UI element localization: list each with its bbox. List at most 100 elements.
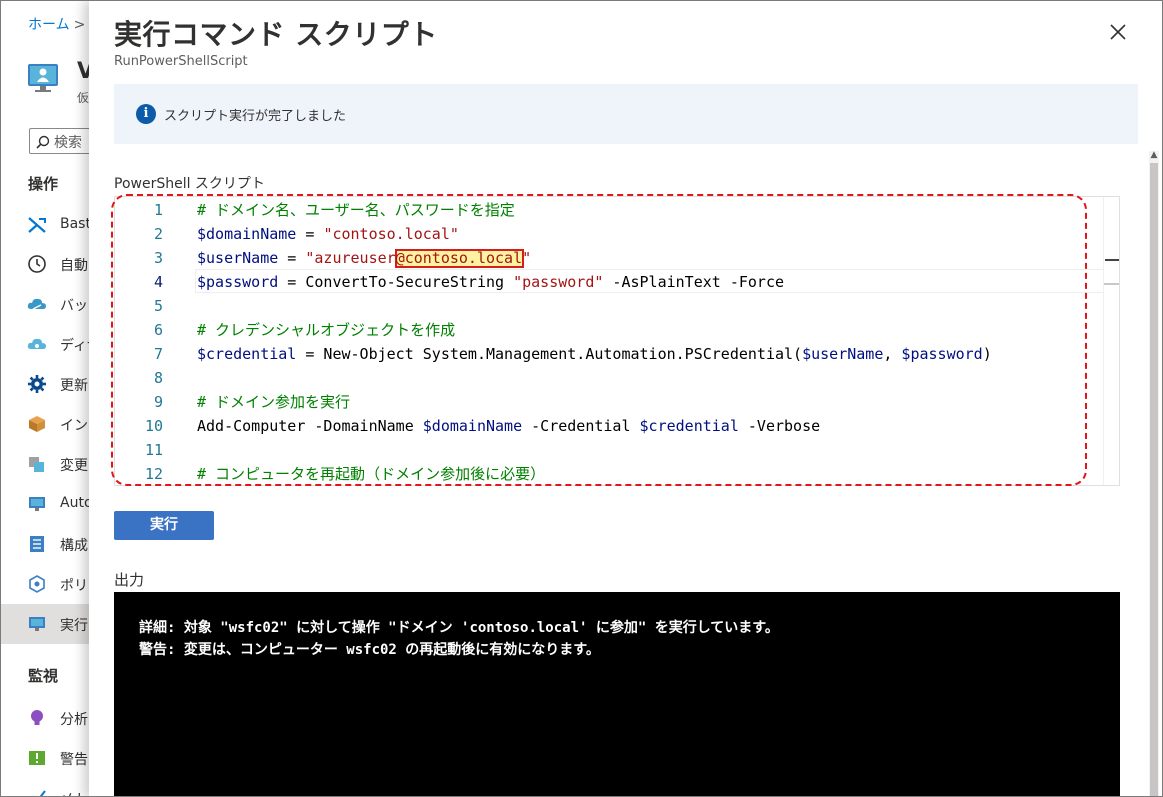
code-token: $domainName — [422, 417, 523, 435]
breadcrumb[interactable]: ホーム > — [28, 14, 85, 34]
line-number: 11 — [144, 441, 163, 459]
code-line[interactable]: $password = ConvertTo-SecureString "pass… — [197, 270, 784, 294]
code-token: $credential — [639, 417, 739, 435]
page-title: 実行コマンド スクリプト — [114, 18, 438, 51]
line-number: 7 — [153, 345, 163, 363]
blade-item-label: Bast — [60, 216, 91, 232]
breadcrumb-home[interactable]: ホーム — [28, 17, 70, 33]
blade-item-label: 更新 — [60, 378, 88, 394]
virtual-machine-icon — [28, 64, 58, 92]
code-token: "azureuser — [305, 249, 396, 267]
line-number: 4 — [153, 273, 163, 291]
code-token: -AsPlainText -Force — [603, 273, 785, 291]
line-number: 9 — [153, 393, 163, 411]
code-token: "password" — [513, 273, 604, 291]
line-number: 6 — [153, 321, 163, 339]
code-token: Add-Computer -DomainName — [197, 417, 423, 435]
blade-item-label: メト — [60, 789, 88, 796]
code-token: $domainName — [197, 225, 297, 243]
code-token: $credential — [197, 345, 297, 363]
bastion-icon — [28, 217, 46, 233]
section-operations: 操作 — [28, 175, 59, 193]
close-icon[interactable] — [1107, 21, 1129, 43]
code-token: # ドメイン参加を実行 — [197, 393, 351, 411]
vm-subtitle: 仮 — [77, 91, 90, 105]
editor-label: PowerShell スクリプト — [114, 176, 265, 192]
info-banner: i スクリプト実行が完了しました — [114, 84, 1138, 144]
code-token: " — [522, 249, 532, 267]
line-number: 12 — [144, 465, 163, 483]
code-line[interactable]: # ドメイン参加を実行 — [197, 390, 350, 414]
editor-scroll-cursor — [1104, 283, 1119, 285]
inventory-box-icon — [29, 416, 45, 432]
insights-bulb-icon — [31, 710, 43, 725]
run-command-icon — [29, 617, 45, 631]
code-line[interactable]: # ドメイン名、ユーザー名、パスワードを指定 — [197, 198, 515, 222]
app-window: ホーム > V 仮 検索 操作 Bast 自動 バック ディザ 更新 インベ 変… — [0, 0, 1163, 797]
section-monitoring: 監視 — [28, 667, 59, 685]
gear-icon — [28, 375, 46, 393]
code-token: -Credential — [522, 417, 640, 435]
line-number: 2 — [153, 225, 163, 243]
scroll-up-icon[interactable]: ▲ — [1147, 149, 1161, 161]
editor-scroll-marker — [1105, 259, 1119, 261]
blade-item-label: 警告 — [60, 752, 88, 768]
code-token: # ドメイン名、ユーザー名、パスワードを指定 — [197, 201, 515, 219]
blade-item-label: 実行 — [60, 618, 88, 634]
code-token: $password — [197, 273, 279, 291]
disaster-recovery-icon — [27, 338, 46, 349]
backup-cloud-icon — [27, 298, 46, 310]
line-number: 3 — [153, 249, 163, 267]
code-token: $password — [901, 345, 983, 363]
code-line[interactable]: $domainName = "contoso.local" — [197, 222, 459, 246]
blade-item-label: 変更 — [60, 458, 88, 474]
policy-icon — [29, 575, 45, 593]
code-token: $userName — [197, 249, 279, 267]
search-icon — [36, 135, 50, 149]
code-token: "contoso.local" — [323, 225, 459, 243]
line-number: 5 — [153, 297, 163, 315]
code-token: -Verbose — [738, 417, 821, 435]
line-number: 1 — [153, 201, 163, 219]
blade-item-label: 自動 — [60, 258, 88, 274]
line-number: 8 — [153, 369, 163, 387]
info-icon: i — [136, 104, 156, 124]
run-command-panel: 実行コマンド スクリプト RunPowerShellScript i スクリプト… — [89, 1, 1162, 796]
code-line[interactable]: # コンピュータを再起動（ドメイン参加後に必要） — [197, 462, 546, 485]
alerts-icon — [29, 751, 45, 765]
code-line[interactable]: # クレデンシャルオブジェクトを作成 — [197, 318, 455, 342]
info-message: スクリプト実行が完了しました — [164, 109, 347, 124]
search-placeholder: 検索 — [54, 135, 82, 151]
blade-item-label: 構成 — [60, 538, 88, 554]
metrics-icon — [33, 790, 46, 796]
automanage-icon — [29, 497, 45, 511]
clock-icon — [28, 255, 46, 273]
breadcrumb-separator: > — [73, 17, 86, 33]
output-line: 詳細: 対象 "wsfc02" に対して操作 "ドメイン 'contoso.lo… — [139, 620, 779, 636]
script-editor[interactable]: 1 2 3 4 5 6 7 8 9 10 11 12 # ドメイン名、ユーザー名、パスワードを指定 $d… — [114, 196, 1120, 486]
code-token: = — [278, 249, 306, 267]
code-token: = — [296, 225, 324, 243]
editor-scrollbar[interactable] — [1103, 197, 1119, 485]
blade-item-label: 分析 — [60, 712, 88, 728]
run-button[interactable]: 実行 — [114, 511, 214, 540]
code-token: , — [883, 345, 902, 363]
change-tracking-icon — [29, 457, 44, 472]
code-token: # クレデンシャルオブジェクトを作成 — [197, 321, 456, 339]
blade-item-label: Auto — [60, 495, 93, 511]
output-console: 詳細: 対象 "wsfc02" に対して操作 "ドメイン 'contoso.lo… — [114, 592, 1120, 796]
code-token: # コンピュータを再起動（ドメイン参加後に必要） — [197, 465, 546, 483]
panel-scrollbar-thumb[interactable] — [1150, 163, 1158, 796]
code-token: @contoso.local — [395, 249, 523, 267]
page-subtitle: RunPowerShellScript — [114, 54, 248, 69]
code-token: ) — [982, 345, 992, 363]
code-token: = New-Object System.Management.Automatio… — [296, 345, 803, 363]
output-line: 警告: 変更は、コンピューター wsfc02 の再起動後に有効になります。 — [139, 642, 600, 658]
code-token: $userName — [802, 345, 884, 363]
code-line[interactable]: $userName = "azureuser@contoso.local" — [197, 246, 531, 270]
code-line[interactable]: Add-Computer -DomainName $domainName -Cr… — [197, 414, 820, 438]
output-label: 出力 — [114, 571, 145, 589]
code-line[interactable]: $credential = New-Object System.Manageme… — [197, 342, 992, 366]
line-number: 10 — [144, 417, 163, 435]
configuration-icon — [30, 536, 44, 552]
